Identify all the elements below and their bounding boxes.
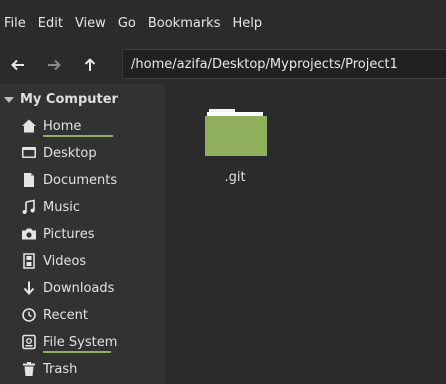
menu-edit[interactable]: Edit [32,16,69,31]
trash-icon [20,360,38,378]
sidebar-section-my-computer[interactable]: My Computer [4,92,118,107]
menu-bookmarks[interactable]: Bookmarks [142,16,227,31]
home-icon [20,117,38,135]
sidebar-item-desktop[interactable]: Desktop [20,142,160,164]
download-icon [20,279,38,297]
clock-icon [20,306,38,324]
film-icon [20,252,38,270]
menu-view[interactable]: View [69,16,112,31]
drive-icon [20,333,38,351]
desktop-icon [20,144,38,162]
music-icon [20,198,38,216]
sidebar-item-file-system[interactable]: File System [20,331,160,353]
menu-go[interactable]: Go [112,16,142,31]
sidebar-item-label: Recent [43,307,88,323]
file-view[interactable]: .git [165,84,446,384]
arrow-up-icon [84,58,96,71]
up-button[interactable] [72,50,108,80]
sidebar-item-label: Desktop [43,145,97,161]
sidebar-section-label: My Computer [20,92,118,107]
forward-button[interactable] [36,50,72,80]
file-label[interactable]: .git [195,170,275,185]
menu-file[interactable]: File [0,16,32,31]
sidebar-item-music[interactable]: Music [20,196,160,218]
sidebar-item-videos[interactable]: Videos [20,250,160,272]
documents-icon [20,171,38,189]
sidebar-item-label: Trash [43,361,78,377]
sidebar-item-label: Pictures [43,226,95,242]
home-underline [43,134,113,137]
sidebar-item-label: Videos [43,253,87,269]
sidebar-item-label: Home [43,119,113,137]
sidebar-item-home[interactable]: Home [20,115,160,137]
sidebar-item-downloads[interactable]: Downloads [20,277,160,299]
sidebar-item-pictures[interactable]: Pictures [20,223,160,245]
sidebar: My Computer Home Desktop Documents Music… [0,84,165,384]
folder-icon[interactable] [203,107,267,157]
sidebar-item-documents[interactable]: Documents [20,169,160,191]
menu-help[interactable]: Help [226,16,268,31]
camera-icon [20,225,38,243]
sidebar-item-label: Music [43,199,80,215]
back-button[interactable] [0,50,36,80]
sidebar-item-label: File System [43,335,117,353]
arrow-left-icon [11,59,24,71]
expander-triangle-icon [4,96,14,103]
sidebar-item-label: Documents [43,172,118,188]
sidebar-item-trash[interactable]: Trash [20,358,160,380]
file-system-underline [43,350,111,353]
menu-bar: File Edit View Go Bookmarks Help [0,0,446,46]
location-bar[interactable]: /home/azifa/Desktop/Myprojects/Project1 [122,49,446,79]
arrow-right-icon [48,59,61,71]
sidebar-item-recent[interactable]: Recent [20,304,160,326]
sidebar-item-label: Downloads [43,280,115,296]
